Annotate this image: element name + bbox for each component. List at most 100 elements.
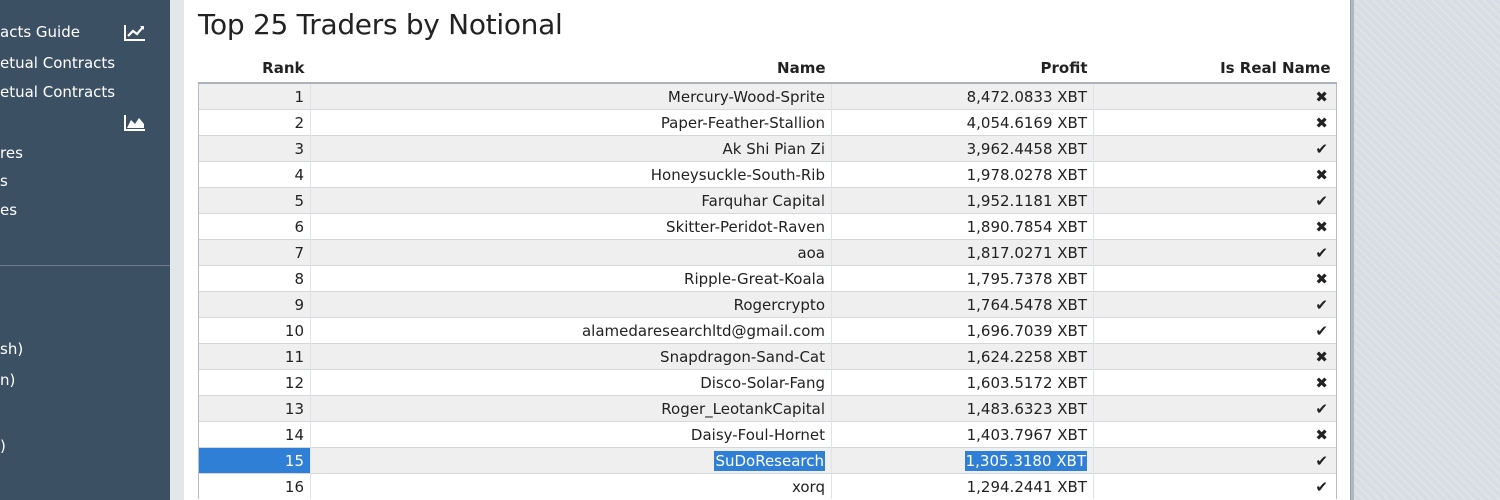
cell-rank: 2 — [198, 109, 311, 136]
check-icon: ✔ — [1093, 291, 1337, 318]
check-icon: ✔ — [1093, 447, 1337, 474]
cell-profit: 1,305.3180 XBT — [831, 447, 1094, 474]
check-icon-text: ✔ — [1315, 243, 1328, 262]
table-row[interactable]: 16 xorq 1,294.2441 XBT ✔ — [198, 473, 1337, 499]
sidebar-item-label: sh) — [0, 340, 24, 358]
cell-profit-text: 1,952.1181 XBT — [966, 191, 1087, 210]
cell-rank: 10 — [198, 317, 311, 344]
cell-rank-text: 16 — [284, 477, 304, 496]
table-row[interactable]: 13 Roger_LeotankCapital 1,483.6323 XBT ✔ — [198, 395, 1337, 422]
cell-profit-text: 1,978.0278 XBT — [966, 165, 1087, 184]
sidebar-item-indices[interactable]: es — [0, 201, 17, 219]
table-row[interactable]: 15 SuDoResearch 1,305.3180 XBT ✔ — [198, 447, 1337, 474]
sidebar-item-perpetual-contracts-1[interactable]: etual Contracts — [0, 54, 115, 72]
cross-icon: ✖ — [1093, 421, 1337, 448]
sidebar-item-futures[interactable]: res — [0, 144, 23, 162]
table-row[interactable]: 2 Paper-Feather-Stallion 4,054.6169 XBT ✖ — [198, 109, 1337, 136]
cross-icon-text: ✖ — [1315, 87, 1328, 106]
cell-profit: 1,764.5478 XBT — [831, 291, 1094, 318]
cell-name: Skitter-Peridot-Raven — [310, 213, 832, 240]
sidebar-item-a[interactable]: sh) — [0, 340, 23, 358]
sidebar-item-label: res — [0, 144, 23, 162]
cell-rank: 5 — [198, 187, 311, 214]
cell-rank-text: 1 — [294, 87, 304, 106]
cell-profit: 8,472.0833 XBT — [831, 82, 1094, 110]
cell-profit: 1,483.6323 XBT — [831, 395, 1094, 422]
cell-profit: 1,817.0271 XBT — [831, 239, 1094, 266]
table-row[interactable]: 7 aoa 1,817.0271 XBT ✔ — [198, 239, 1337, 266]
cell-profit: 1,795.7378 XBT — [831, 265, 1094, 292]
table-row[interactable]: 1 Mercury-Wood-Sprite 8,472.0833 XBT ✖ — [198, 82, 1337, 110]
cell-rank-text: 3 — [294, 139, 304, 158]
sidebar: acts Guide etual Contracts etual Contrac… — [0, 0, 170, 500]
cell-name-text: Skitter-Peridot-Raven — [666, 217, 825, 236]
table-row[interactable]: 9 Rogercrypto 1,764.5478 XBT ✔ — [198, 291, 1337, 318]
cell-profit-text: 1,305.3180 XBT — [964, 450, 1087, 471]
cell-profit: 1,294.2441 XBT — [831, 473, 1094, 499]
cell-profit-text: 1,483.6323 XBT — [966, 399, 1087, 418]
cell-name-text: Farquhar Capital — [701, 191, 825, 210]
cell-profit: 1,403.7967 XBT — [831, 421, 1094, 448]
table-row[interactable]: 4 Honeysuckle-South-Rib 1,978.0278 XBT ✖ — [198, 161, 1337, 188]
sidebar-item-b[interactable]: n) — [0, 371, 15, 389]
cell-rank: 1 — [198, 82, 311, 110]
check-icon-text: ✔ — [1315, 399, 1328, 418]
check-icon-text: ✔ — [1315, 477, 1328, 496]
sidebar-item-label: es — [0, 201, 18, 219]
cell-name: Honeysuckle-South-Rib — [310, 161, 832, 188]
table-row[interactable]: 14 Daisy-Foul-Hornet 1,403.7967 XBT ✖ — [198, 421, 1337, 448]
page-title: Top 25 Traders by Notional — [198, 8, 563, 41]
area-chart-icon[interactable] — [124, 114, 146, 136]
cell-profit: 1,952.1181 XBT — [831, 187, 1094, 214]
cell-name-text: Ripple-Great-Koala — [684, 269, 825, 288]
cell-rank-text: 9 — [294, 295, 304, 314]
cell-profit: 1,696.7039 XBT — [831, 317, 1094, 344]
cross-icon: ✖ — [1093, 343, 1337, 370]
cell-profit-text: 1,696.7039 XBT — [966, 321, 1087, 340]
cell-name: Mercury-Wood-Sprite — [310, 82, 832, 110]
table-row[interactable]: 11 Snapdragon-Sand-Cat 1,624.2258 XBT ✖ — [198, 343, 1337, 370]
cell-rank: 14 — [198, 421, 311, 448]
column-header-rank[interactable]: Rank — [198, 54, 311, 84]
cell-name: Roger_LeotankCapital — [310, 395, 832, 422]
cell-profit: 1,890.7854 XBT — [831, 213, 1094, 240]
table-row[interactable]: 8 Ripple-Great-Koala 1,795.7378 XBT ✖ — [198, 265, 1337, 292]
cell-rank-text: 4 — [294, 165, 304, 184]
cell-profit: 1,603.5172 XBT — [831, 369, 1094, 396]
sidebar-item-c[interactable]: ) — [0, 437, 6, 455]
sidebar-item-perpetual-contracts-2[interactable]: etual Contracts — [0, 83, 115, 101]
sidebar-item-label: acts Guide — [0, 23, 80, 41]
table-row[interactable]: 6 Skitter-Peridot-Raven 1,890.7854 XBT ✖ — [198, 213, 1337, 240]
table-row[interactable]: 12 Disco-Solar-Fang 1,603.5172 XBT ✖ — [198, 369, 1337, 396]
check-icon: ✔ — [1093, 187, 1337, 214]
cell-profit-text: 1,890.7854 XBT — [966, 217, 1087, 236]
cell-profit-text: 1,603.5172 XBT — [966, 373, 1087, 392]
table-row[interactable]: 10 alamedaresearchltd@gmail.com 1,696.7039… — [198, 317, 1337, 344]
cross-icon-text: ✖ — [1315, 373, 1328, 392]
sidebar-item-options[interactable]: s — [0, 172, 8, 190]
column-header-is-real-name[interactable]: Is Real Name — [1093, 54, 1337, 84]
column-header-name[interactable]: Name — [310, 54, 832, 84]
line-chart-icon[interactable] — [124, 24, 146, 46]
cell-rank-text: 11 — [284, 347, 304, 366]
check-icon: ✔ — [1093, 473, 1337, 499]
cross-icon-text: ✖ — [1315, 165, 1328, 184]
cell-name: Daisy-Foul-Hornet — [310, 421, 832, 448]
cell-name-text: xorq — [791, 477, 825, 496]
cell-name-text: SuDoResearch — [714, 450, 825, 471]
cross-icon: ✖ — [1093, 265, 1337, 292]
check-icon-text: ✔ — [1315, 321, 1328, 340]
sidebar-item-label: etual Contracts — [0, 83, 116, 101]
cell-name: Rogercrypto — [310, 291, 832, 318]
column-header-profit[interactable]: Profit — [831, 54, 1094, 84]
table-row[interactable]: 3 Ak Shi Pian Zi 3,962.4458 XBT ✔ — [198, 135, 1337, 162]
page-background — [1351, 0, 1500, 500]
table-row[interactable]: 5 Farquhar Capital 1,952.1181 XBT ✔ — [198, 187, 1337, 214]
cell-rank: 7 — [198, 239, 311, 266]
cross-icon: ✖ — [1093, 82, 1337, 110]
cell-name: Snapdragon-Sand-Cat — [310, 343, 832, 370]
cell-rank: 13 — [198, 395, 311, 422]
sidebar-item-contracts-guide[interactable]: acts Guide — [0, 23, 80, 41]
cell-name: alamedaresearchltd@gmail.com — [310, 317, 832, 344]
cross-icon-text: ✖ — [1315, 113, 1328, 132]
